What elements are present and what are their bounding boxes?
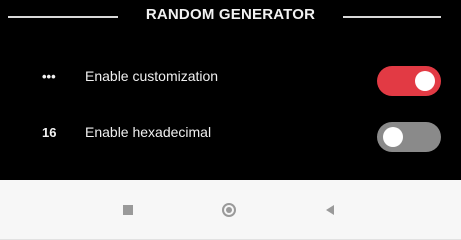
dots-icon: ••• (42, 69, 56, 84)
back-button[interactable] (300, 180, 360, 240)
system-nav-bar (0, 180, 461, 240)
recents-button[interactable] (98, 180, 158, 240)
hex-16-icon: 16 (42, 125, 57, 140)
header-divider-right (343, 16, 441, 18)
home-button[interactable] (199, 180, 259, 240)
header-divider-left (8, 16, 118, 18)
customization-toggle[interactable] (377, 66, 441, 96)
setting-label-customization: Enable customization (85, 68, 219, 84)
hexadecimal-toggle[interactable] (377, 122, 441, 152)
circle-home-icon (222, 203, 236, 217)
settings-screen: RANDOM GENERATOR ••• Enable customizatio… (0, 0, 461, 240)
toggle-knob (415, 71, 435, 91)
section-title: RANDOM GENERATOR (145, 6, 316, 23)
setting-label-hexadecimal: Enable hexadecimal (85, 124, 212, 140)
square-icon (123, 205, 133, 215)
toggle-knob (383, 127, 403, 147)
section-header: RANDOM GENERATOR (0, 0, 461, 34)
triangle-back-icon (326, 205, 334, 215)
setting-row-customization[interactable]: ••• Enable customization (0, 58, 461, 102)
setting-row-hexadecimal[interactable]: 16 Enable hexadecimal (0, 114, 461, 158)
